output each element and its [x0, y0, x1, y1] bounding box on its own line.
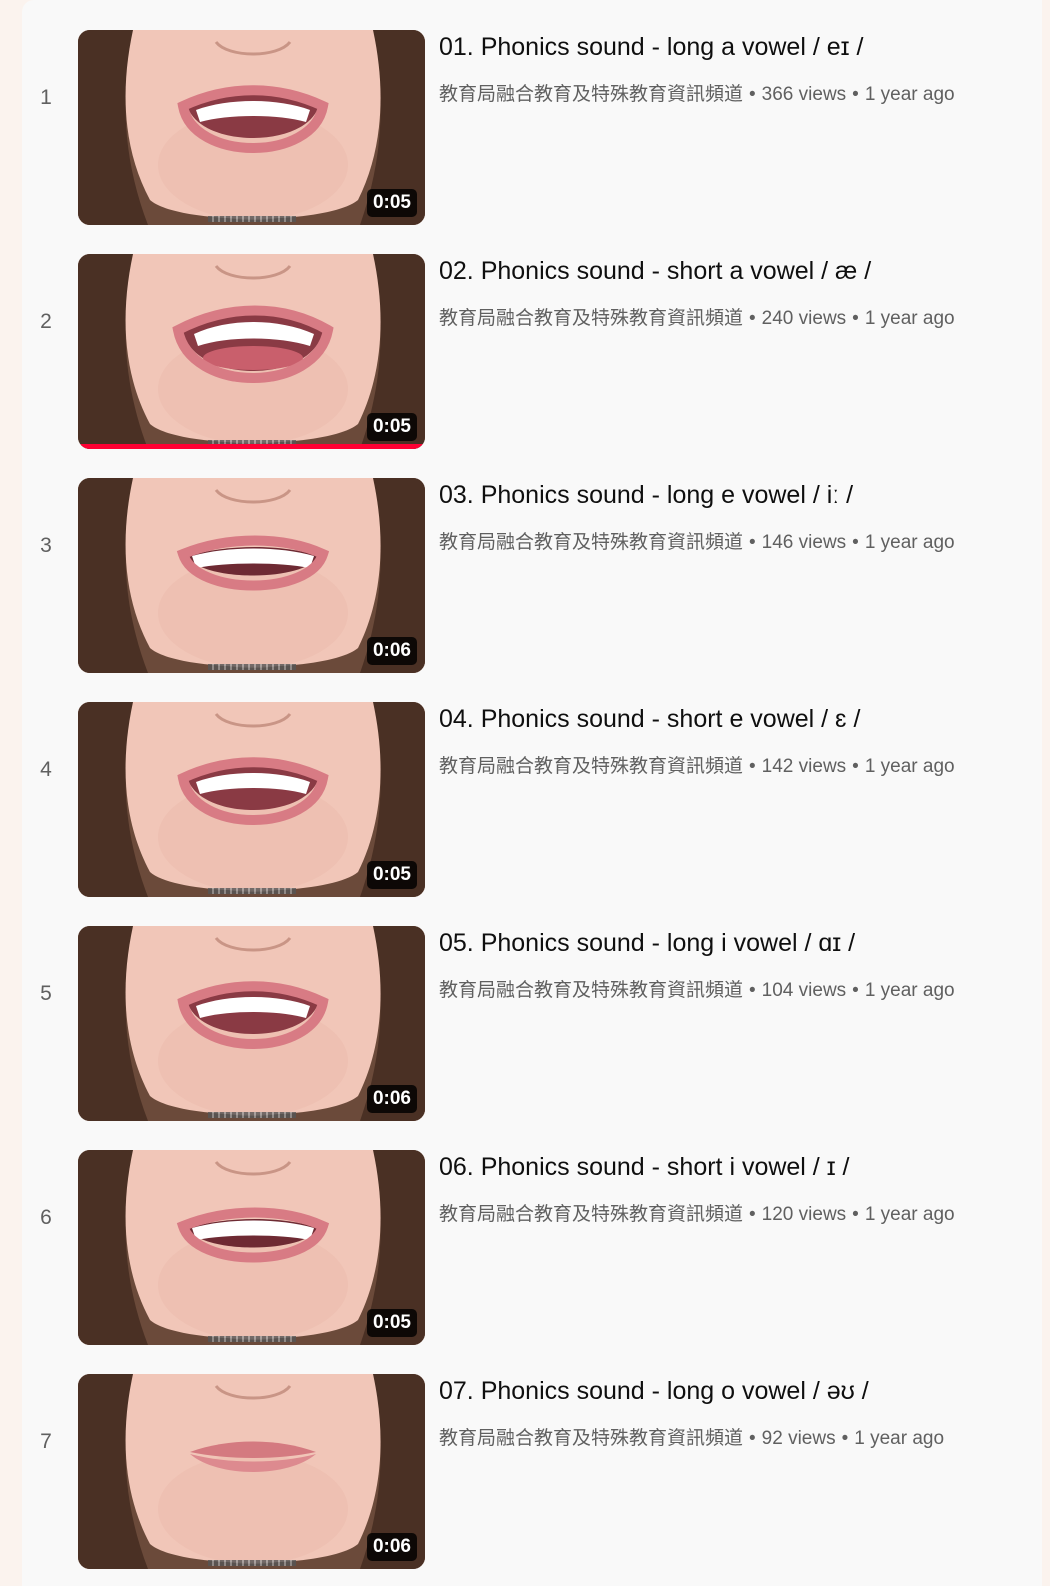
item-index: 2	[40, 310, 52, 333]
channel-name[interactable]: 教育局融合教育及特殊教育資訊頻道	[439, 308, 743, 329]
video-meta: 教育局融合教育及特殊教育資訊頻道 • 240 views • 1 year ago	[439, 306, 955, 332]
separator-dot: •	[841, 1428, 849, 1449]
video-thumbnail[interactable]: 0:05	[78, 702, 425, 897]
video-thumbnail[interactable]: 0:05	[78, 254, 425, 449]
duration-badge: 0:06	[366, 1533, 417, 1561]
separator-dot: •	[749, 532, 756, 553]
separator-dot: •	[749, 1428, 756, 1449]
item-index: 5	[40, 982, 52, 1005]
separator-dot: •	[852, 1204, 859, 1225]
channel-name[interactable]: 教育局融合教育及特殊教育資訊頻道	[439, 532, 743, 553]
separator-dot: •	[852, 756, 859, 777]
upload-age: 1 year ago	[854, 1428, 945, 1449]
item-index: 6	[40, 1206, 52, 1229]
view-count: 120 views	[761, 1204, 847, 1225]
channel-name[interactable]: 教育局融合教育及特殊教育資訊頻道	[439, 84, 743, 105]
view-count: 240 views	[761, 308, 847, 329]
view-count: 146 views	[761, 532, 847, 553]
video-thumbnail[interactable]: 0:06	[78, 1374, 425, 1569]
video-title[interactable]: 06. Phonics sound - short i vowel / ɪ /	[439, 1151, 850, 1183]
item-index: 4	[40, 758, 52, 781]
video-thumbnail[interactable]: 0:06	[78, 926, 425, 1121]
duration-badge: 0:06	[366, 637, 417, 665]
video-title[interactable]: 07. Phonics sound - long o vowel / əʊ /	[439, 1375, 869, 1407]
caption-strip	[208, 1112, 296, 1118]
playlist-panel: 1 0:05 01. Phonics sound - long a vowel …	[22, 0, 1042, 1586]
video-thumbnail[interactable]: 0:06	[78, 478, 425, 673]
separator-dot: •	[852, 532, 859, 553]
upload-age: 1 year ago	[864, 532, 955, 553]
upload-age: 1 year ago	[864, 980, 955, 1001]
video-title[interactable]: 05. Phonics sound - long i vowel / ɑɪ /	[439, 927, 855, 959]
playlist-item-7[interactable]: 7 0:06 07. Phonics sound - long o vowel …	[22, 1344, 1042, 1569]
view-count: 366 views	[761, 84, 847, 105]
channel-name[interactable]: 教育局融合教育及特殊教育資訊頻道	[439, 1204, 743, 1225]
item-index: 1	[40, 86, 52, 109]
video-meta: 教育局融合教育及特殊教育資訊頻道 • 92 views • 1 year ago	[439, 1426, 944, 1452]
view-count: 92 views	[761, 1428, 836, 1449]
playlist-item-3[interactable]: 3 0:06 03. Phonics sound - long e vowel …	[22, 448, 1042, 673]
video-meta: 教育局融合教育及特殊教育資訊頻道 • 120 views • 1 year ago	[439, 1202, 955, 1228]
caption-strip	[208, 216, 296, 222]
caption-strip	[208, 664, 296, 670]
duration-badge: 0:06	[366, 1085, 417, 1113]
upload-age: 1 year ago	[864, 308, 955, 329]
caption-strip	[208, 888, 296, 894]
caption-strip	[208, 1560, 296, 1566]
separator-dot: •	[749, 980, 756, 1001]
separator-dot: •	[749, 1204, 756, 1225]
video-meta: 教育局融合教育及特殊教育資訊頻道 • 104 views • 1 year ago	[439, 978, 955, 1004]
upload-age: 1 year ago	[864, 756, 955, 777]
playlist-item-5[interactable]: 5 0:06 05. Phonics sound - long i vowel …	[22, 896, 1042, 1121]
duration-badge: 0:05	[366, 189, 417, 217]
video-title[interactable]: 02. Phonics sound - short a vowel / æ /	[439, 255, 871, 287]
upload-age: 1 year ago	[864, 84, 955, 105]
video-meta: 教育局融合教育及特殊教育資訊頻道 • 146 views • 1 year ago	[439, 530, 955, 556]
playlist-item-1[interactable]: 1 0:05 01. Phonics sound - long a vowel …	[22, 0, 1042, 225]
playlist-item-6[interactable]: 6 0:05 06. Phonics sound - short i vowel…	[22, 1120, 1042, 1345]
playlist-item-2[interactable]: 2 0:05 02. Phonics sound - short a vowel…	[22, 224, 1042, 449]
upload-age: 1 year ago	[864, 1204, 955, 1225]
video-title[interactable]: 04. Phonics sound - short e vowel / ɛ /	[439, 703, 860, 735]
duration-badge: 0:05	[366, 1309, 417, 1337]
video-thumbnail[interactable]: 0:05	[78, 1150, 425, 1345]
view-count: 104 views	[761, 980, 847, 1001]
video-thumbnail[interactable]: 0:05	[78, 30, 425, 225]
video-meta: 教育局融合教育及特殊教育資訊頻道 • 142 views • 1 year ago	[439, 754, 955, 780]
duration-badge: 0:05	[366, 413, 417, 441]
item-index: 7	[40, 1430, 52, 1453]
separator-dot: •	[852, 980, 859, 1001]
video-title[interactable]: 03. Phonics sound - long e vowel / iː /	[439, 479, 853, 511]
separator-dot: •	[749, 308, 756, 329]
channel-name[interactable]: 教育局融合教育及特殊教育資訊頻道	[439, 1428, 743, 1449]
playlist-item-4[interactable]: 4 0:05 04. Phonics sound - short e vowel…	[22, 672, 1042, 897]
caption-strip	[208, 1336, 296, 1342]
separator-dot: •	[852, 308, 859, 329]
view-count: 142 views	[761, 756, 847, 777]
item-index: 3	[40, 534, 52, 557]
separator-dot: •	[749, 84, 756, 105]
separator-dot: •	[749, 756, 756, 777]
separator-dot: •	[852, 84, 859, 105]
duration-badge: 0:05	[366, 861, 417, 889]
channel-name[interactable]: 教育局融合教育及特殊教育資訊頻道	[439, 980, 743, 1001]
video-meta: 教育局融合教育及特殊教育資訊頻道 • 366 views • 1 year ago	[439, 82, 955, 108]
video-title[interactable]: 01. Phonics sound - long a vowel / eɪ /	[439, 31, 863, 63]
channel-name[interactable]: 教育局融合教育及特殊教育資訊頻道	[439, 756, 743, 777]
